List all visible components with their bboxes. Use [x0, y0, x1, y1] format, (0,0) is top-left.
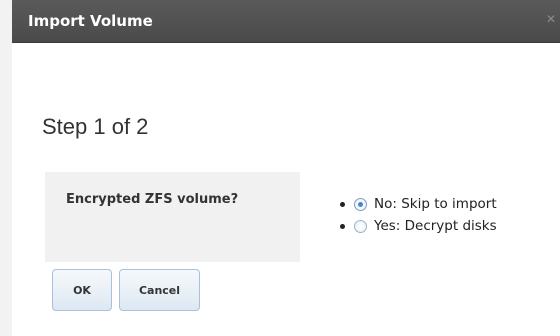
- close-icon[interactable]: ✕: [546, 12, 556, 26]
- step-indicator: Step 1 of 2: [42, 114, 149, 139]
- cancel-button[interactable]: Cancel: [119, 269, 200, 311]
- option-no-skip-to-import[interactable]: No: Skip to import: [340, 193, 497, 215]
- encryption-options: No: Skip to import Yes: Decrypt disks: [340, 193, 497, 237]
- import-volume-dialog: Import Volume ✕ Step 1 of 2 Encrypted ZF…: [12, 0, 560, 336]
- radio-yes[interactable]: [354, 219, 367, 233]
- ok-button[interactable]: OK: [52, 269, 112, 311]
- encrypted-volume-label: Encrypted ZFS volume?: [66, 192, 239, 207]
- dialog-title: Import Volume: [28, 12, 153, 30]
- option-label: No: Skip to import: [374, 196, 497, 212]
- bullet-icon: [340, 201, 345, 207]
- field-label-cell: Encrypted ZFS volume?: [45, 172, 300, 262]
- bullet-icon: [340, 223, 345, 229]
- dialog-titlebar: Import Volume ✕: [12, 0, 560, 43]
- radio-no[interactable]: [354, 197, 367, 211]
- option-yes-decrypt-disks[interactable]: Yes: Decrypt disks: [340, 215, 497, 237]
- option-label: Yes: Decrypt disks: [374, 218, 497, 234]
